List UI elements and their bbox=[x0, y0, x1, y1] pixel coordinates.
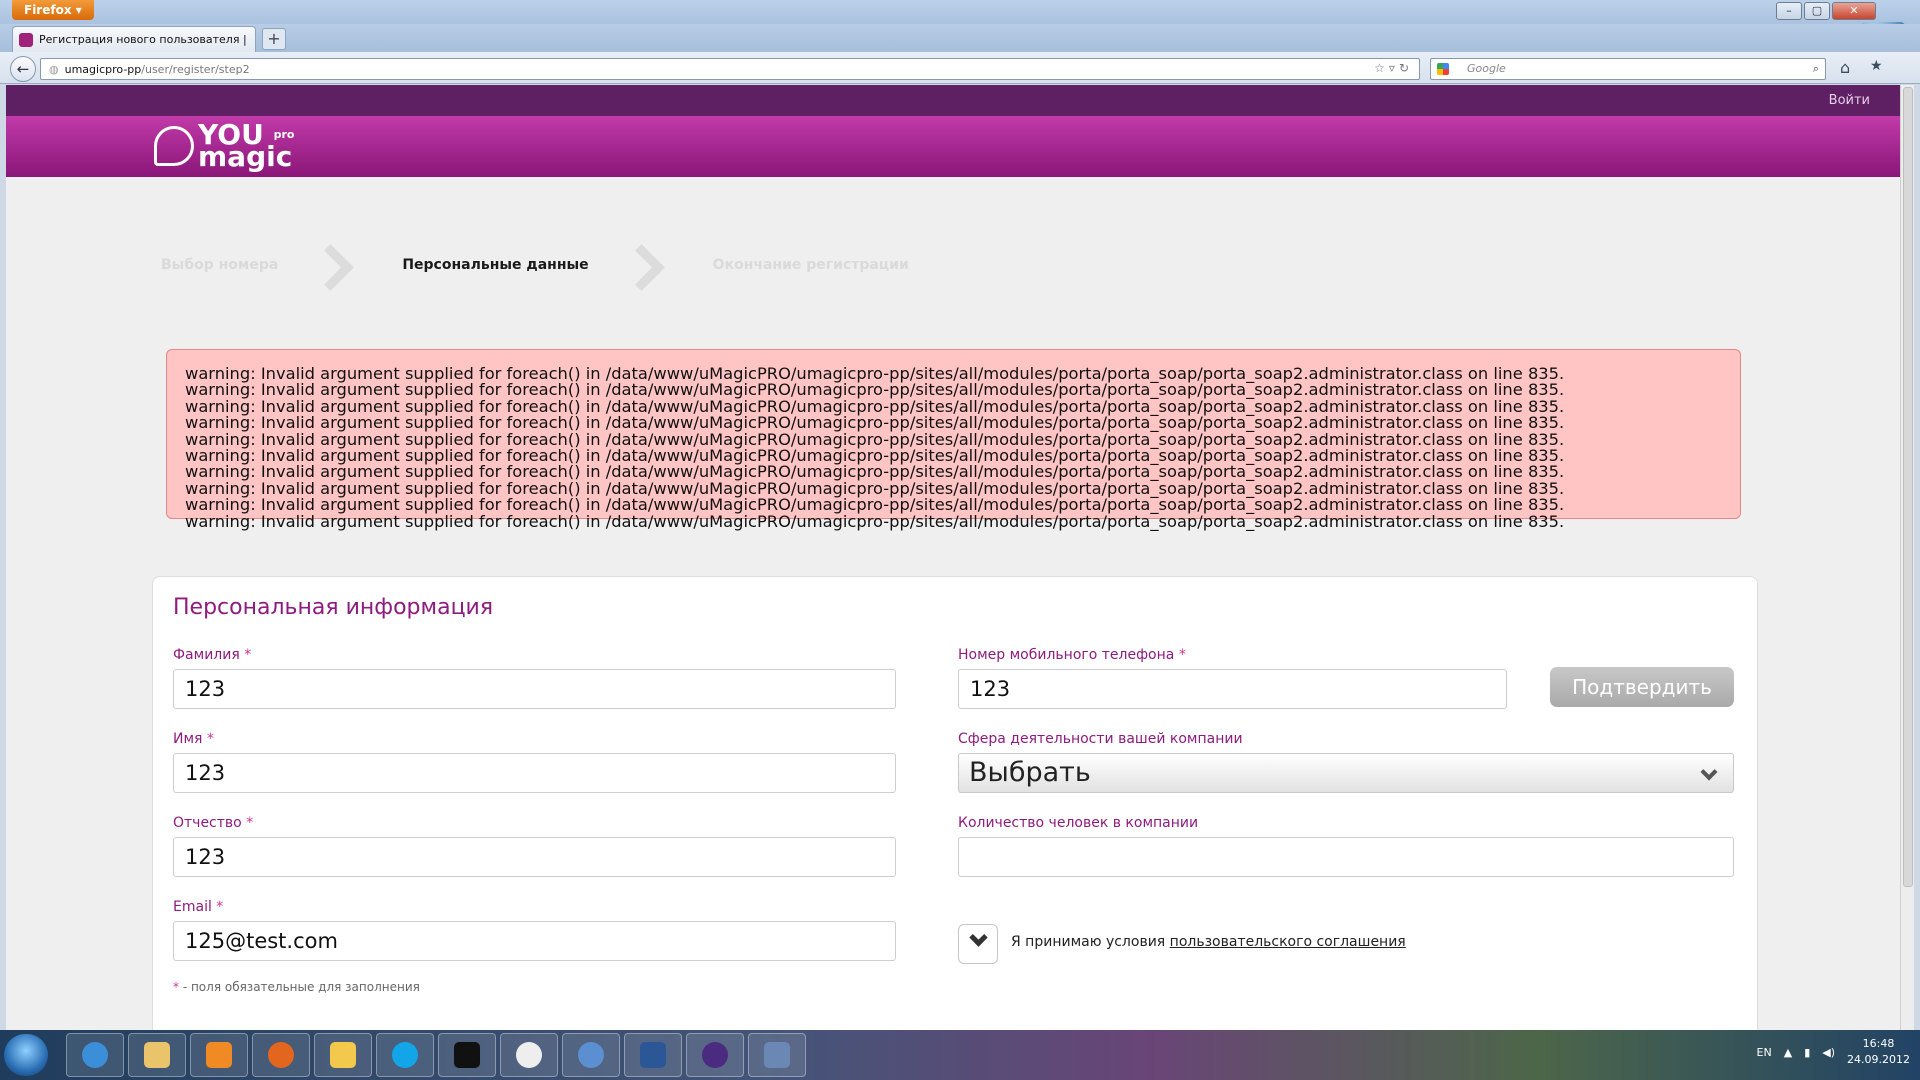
email-label: Email * bbox=[173, 899, 224, 915]
window-controls: – ▢ ✕ bbox=[1776, 2, 1876, 20]
firefox-menu-label: Firefox bbox=[24, 3, 72, 17]
word-taskbar-icon[interactable] bbox=[624, 1033, 682, 1077]
site-logo[interactable]: YOU pro magic bbox=[154, 121, 294, 173]
employees-input[interactable] bbox=[958, 837, 1734, 877]
explorer-taskbar-icon[interactable] bbox=[128, 1033, 186, 1077]
step-choose-number: Выбор номера bbox=[161, 257, 279, 273]
taskbar-apps bbox=[66, 1033, 806, 1077]
check-icon bbox=[969, 928, 988, 947]
search-input[interactable]: Google ⌕ bbox=[1430, 58, 1826, 80]
start-button[interactable] bbox=[4, 1034, 48, 1076]
page-scrollbar[interactable] bbox=[1900, 85, 1914, 1030]
dropdown-icon[interactable]: ▿ bbox=[1389, 61, 1399, 75]
top-strip: Войти bbox=[6, 85, 1900, 116]
reload-icon[interactable]: ↻ bbox=[1399, 61, 1413, 75]
app-taskbar-icon[interactable] bbox=[500, 1033, 558, 1077]
confirm-phone-button[interactable]: Подтвердить bbox=[1550, 667, 1734, 707]
back-button[interactable]: ← bbox=[10, 56, 36, 82]
home-icon[interactable]: ⌂ bbox=[1840, 58, 1850, 77]
email-field[interactable]: 125@test.com bbox=[173, 921, 896, 961]
tab-strip: Регистрация нового пользователя | Y... + bbox=[0, 24, 1920, 52]
finder-taskbar-icon[interactable] bbox=[562, 1033, 620, 1077]
window-titlebar: Firefox ▾ – ▢ ✕ bbox=[0, 0, 1920, 26]
mail-taskbar-icon[interactable] bbox=[314, 1033, 372, 1077]
url-bar[interactable]: ◍ umagicpro-pp/user/register/step2 ☆▿↻ bbox=[40, 58, 1420, 80]
bookmark-star-icon[interactable]: ☆ bbox=[1374, 61, 1389, 75]
site-header: YOU pro magic bbox=[6, 116, 1900, 177]
system-tray: EN ▲ ▮ ◀) 16:48 24.09.2012 bbox=[1757, 1036, 1910, 1068]
url-host: umagicpro-pp bbox=[64, 62, 142, 76]
minimize-button[interactable]: – bbox=[1776, 2, 1802, 20]
new-tab-button[interactable]: + bbox=[262, 28, 286, 50]
close-window-button[interactable]: ✕ bbox=[1832, 2, 1876, 20]
firefox-menu-button[interactable]: Firefox ▾ bbox=[12, 0, 94, 20]
google-icon[interactable] bbox=[1437, 63, 1449, 75]
url-path: /user/register/step2 bbox=[141, 62, 250, 76]
chevron-down-icon bbox=[1700, 763, 1718, 781]
tray-arrow-icon[interactable]: ▲ bbox=[1784, 1046, 1792, 1059]
navigation-toolbar: ← ◍ umagicpro-pp/user/register/step2 ☆▿↻… bbox=[0, 52, 1920, 84]
skype-taskbar-icon[interactable] bbox=[376, 1033, 434, 1077]
personal-info-form: Персональная информация Фамилия * 123 Им… bbox=[152, 576, 1758, 1030]
clock-time: 16:48 bbox=[1862, 1037, 1895, 1050]
ie-taskbar-icon[interactable] bbox=[66, 1033, 124, 1077]
scrollbar-thumb[interactable] bbox=[1903, 87, 1913, 887]
logo-word-bottom: magic bbox=[198, 140, 293, 173]
clock-date: 24.09.2012 bbox=[1847, 1053, 1910, 1066]
first-name-label: Имя * bbox=[173, 731, 214, 747]
language-indicator[interactable]: EN bbox=[1757, 1046, 1772, 1059]
step-chevron-icon bbox=[314, 245, 344, 285]
user-agreement-link[interactable]: пользовательского соглашения bbox=[1170, 934, 1406, 950]
search-icon[interactable]: ⌕ bbox=[1813, 59, 1819, 79]
middle-name-label: Отчество * bbox=[173, 815, 254, 831]
cmd-taskbar-icon[interactable] bbox=[438, 1033, 496, 1077]
firefox-taskbar-icon[interactable] bbox=[252, 1033, 310, 1077]
registration-steps: Выбор номера Персональные данные Окончан… bbox=[161, 245, 909, 285]
step-finish: Окончание регистрации bbox=[712, 257, 909, 273]
last-name-label: Фамилия * bbox=[173, 647, 252, 663]
industry-label: Сфера деятельности вашей компании bbox=[958, 731, 1243, 747]
employees-label: Количество человек в компании bbox=[958, 815, 1199, 831]
agree-text: Я принимаю условия пользовательского сог… bbox=[1011, 934, 1406, 950]
search-placeholder: Google bbox=[1467, 62, 1506, 75]
industry-select[interactable]: Выбрать bbox=[958, 753, 1734, 793]
volume-icon[interactable]: ◀) bbox=[1822, 1046, 1835, 1059]
eclipse-taskbar-icon[interactable] bbox=[686, 1033, 744, 1077]
phone-input[interactable]: 123 bbox=[958, 669, 1507, 709]
page-viewport: Войти YOU pro magic Выбор номера Персона… bbox=[6, 85, 1900, 1030]
login-link[interactable]: Войти bbox=[1829, 93, 1870, 108]
tab-registration[interactable]: Регистрация нового пользователя | Y... bbox=[12, 26, 256, 52]
site-identity-icon[interactable]: ◍ bbox=[49, 63, 59, 76]
agree-checkbox[interactable] bbox=[958, 924, 998, 964]
media-player-taskbar-icon[interactable] bbox=[190, 1033, 248, 1077]
logo-mark-icon bbox=[154, 126, 194, 166]
error-messages: warning: Invalid argument supplied for f… bbox=[166, 349, 1741, 530]
middle-name-input[interactable]: 123 bbox=[173, 837, 896, 877]
maximize-button[interactable]: ▢ bbox=[1804, 2, 1830, 20]
error-line: warning: Invalid argument supplied for f… bbox=[185, 511, 1565, 531]
windows-taskbar: EN ▲ ▮ ◀) 16:48 24.09.2012 bbox=[0, 1030, 1920, 1080]
first-name-input[interactable]: 123 bbox=[173, 753, 896, 793]
last-name-input[interactable]: 123 bbox=[173, 669, 896, 709]
step-chevron-icon bbox=[625, 245, 655, 285]
network-icon[interactable]: ▮ bbox=[1804, 1046, 1810, 1059]
site-favicon-icon bbox=[19, 32, 33, 47]
virtualbox-taskbar-icon[interactable] bbox=[748, 1033, 806, 1077]
form-title: Персональная информация bbox=[173, 595, 494, 620]
clock[interactable]: 16:48 24.09.2012 bbox=[1847, 1036, 1910, 1068]
industry-selected-value: Выбрать bbox=[969, 757, 1091, 788]
step-personal-data: Персональные данные bbox=[402, 257, 589, 273]
required-fields-hint: * - поля обязательные для заполнения bbox=[173, 980, 420, 994]
tab-title: Регистрация нового пользователя | Y... bbox=[39, 33, 249, 46]
bookmarks-icon[interactable]: ★ bbox=[1870, 58, 1883, 74]
url-bar-tools: ☆▿↻ bbox=[1374, 61, 1413, 75]
phone-label: Номер мобильного телефона * bbox=[958, 647, 1186, 663]
